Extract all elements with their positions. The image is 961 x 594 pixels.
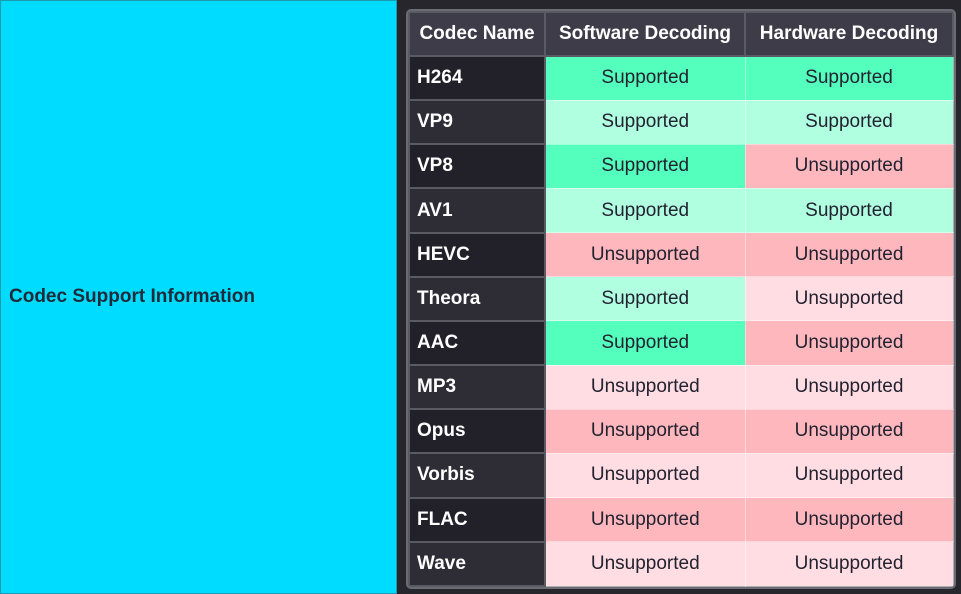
table-row[interactable]: Vorbis Unsupported Unsupported (408, 452, 954, 499)
codec-name-cell: H264 (408, 54, 546, 102)
table-row[interactable]: MP3 Unsupported Unsupported (408, 364, 954, 411)
hardware-decoding-cell: Unsupported (744, 143, 954, 189)
software-decoding-cell: Unsupported (544, 497, 746, 543)
software-decoding-cell: Supported (544, 187, 746, 234)
software-decoding-cell: Supported (544, 276, 746, 322)
table-row[interactable]: FLAC Unsupported Unsupported (408, 496, 954, 543)
codec-name-cell: Opus (408, 408, 546, 455)
panel-title: Codec Support Information (9, 286, 255, 307)
codec-table-container: Codec Name Software Decoding Hardware De… (406, 9, 956, 589)
software-decoding-cell: Supported (544, 320, 746, 366)
hardware-decoding-cell: Unsupported (744, 276, 954, 322)
hardware-decoding-cell: Unsupported (744, 452, 954, 499)
table-row[interactable]: VP8 Supported Unsupported (408, 143, 954, 190)
software-decoding-cell: Unsupported (544, 232, 746, 278)
table-row[interactable]: Opus Unsupported Unsupported (408, 408, 954, 455)
hardware-decoding-cell: Unsupported (744, 541, 954, 587)
header-codec-name[interactable]: Codec Name (408, 11, 546, 57)
hardware-decoding-cell: Unsupported (744, 320, 954, 366)
table-row[interactable]: H264 Supported Supported (408, 54, 954, 102)
codec-name-cell: MP3 (408, 364, 546, 411)
table-row[interactable]: HEVC Unsupported Unsupported (408, 231, 954, 278)
software-decoding-cell: Unsupported (544, 364, 746, 410)
software-decoding-cell: Supported (544, 99, 746, 145)
hardware-decoding-cell: Unsupported (744, 497, 954, 543)
header-software-decoding[interactable]: Software Decoding (544, 11, 746, 57)
codec-name-cell: AV1 (408, 187, 546, 234)
codec-name-cell: Vorbis (408, 452, 546, 499)
header-hardware-decoding[interactable]: Hardware Decoding (744, 11, 954, 57)
codec-support-table: Codec Name Software Decoding Hardware De… (408, 11, 954, 587)
hardware-decoding-cell: Supported (744, 187, 954, 234)
table-row[interactable]: Theora Supported Unsupported (408, 275, 954, 322)
codec-support-view: Codec Support Information Codec Name Sof… (0, 0, 961, 594)
right-panel: Codec Name Software Decoding Hardware De… (397, 0, 961, 594)
codec-name-cell: HEVC (408, 231, 546, 278)
software-decoding-cell: Supported (544, 55, 746, 101)
table-row[interactable]: AAC Supported Unsupported (408, 319, 954, 367)
table-row[interactable]: AV1 Supported Supported (408, 187, 954, 234)
codec-name-cell: Wave (408, 540, 546, 587)
codec-name-cell: FLAC (408, 496, 546, 543)
hardware-decoding-cell: Supported (744, 55, 954, 101)
software-decoding-cell: Unsupported (544, 408, 746, 454)
software-decoding-cell: Supported (544, 143, 746, 189)
codec-name-cell: AAC (408, 319, 546, 367)
hardware-decoding-cell: Unsupported (744, 408, 954, 454)
hardware-decoding-cell: Unsupported (744, 364, 954, 410)
left-panel: Codec Support Information (0, 0, 397, 594)
codec-name-cell: Theora (408, 275, 546, 322)
software-decoding-cell: Unsupported (544, 452, 746, 499)
table-row[interactable]: VP9 Supported Supported (408, 99, 954, 146)
table-header-row: Codec Name Software Decoding Hardware De… (408, 11, 954, 57)
codec-name-cell: VP8 (408, 143, 546, 190)
table-body: H264 Supported Supported VP9 Supported Suppor… (408, 54, 954, 587)
table-row[interactable]: Wave Unsupported Unsupported (408, 540, 954, 587)
software-decoding-cell: Unsupported (544, 541, 746, 587)
hardware-decoding-cell: Supported (744, 99, 954, 145)
codec-name-cell: VP9 (408, 99, 546, 146)
hardware-decoding-cell: Unsupported (744, 232, 954, 278)
